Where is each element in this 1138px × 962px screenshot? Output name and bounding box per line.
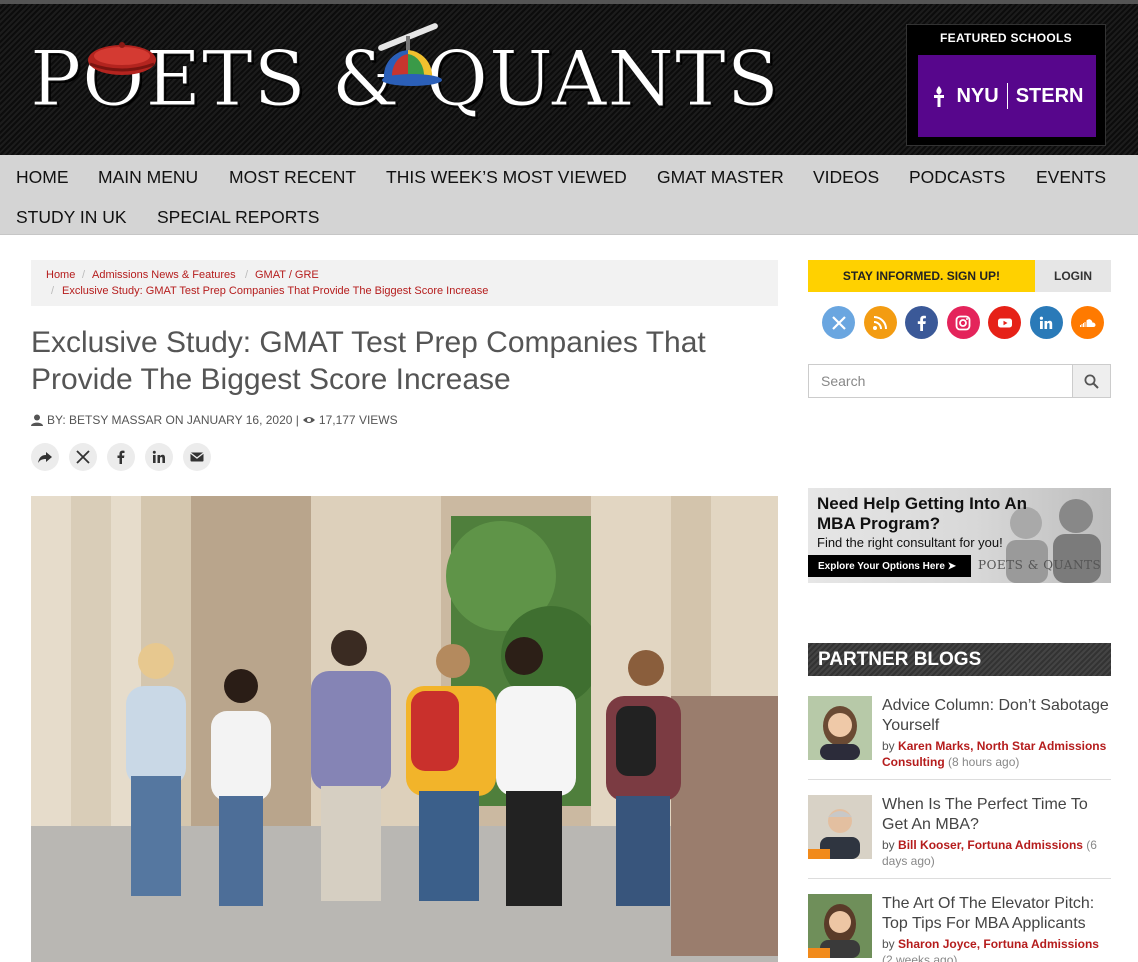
social-rss-button[interactable] [863,306,897,339]
author-avatar[interactable] [808,795,872,859]
nyu-stern-ad[interactable]: NYU STERN [918,55,1096,137]
breadcrumb-separator: / [245,269,249,281]
partner-blog-title[interactable]: When Is The Perfect Time To Get An MBA? [882,795,1111,835]
ad-logo: POETS & QUANTS [978,558,1102,572]
search-box [808,364,1111,398]
author-photo-bill [808,795,872,859]
login-button[interactable]: LOGIN [1035,260,1111,292]
soundcloud-icon [1079,318,1095,327]
search-input[interactable] [809,365,1072,397]
breadcrumb-separator: / [51,285,55,297]
beret-icon [88,42,156,75]
search-button[interactable] [1072,365,1110,397]
article-byline: BY: BETSY MASSAR ON JANUARY 16, 2020 | [47,413,299,427]
nav-most-viewed[interactable]: THIS WEEK’S MOST VIEWED [386,167,627,188]
divider [808,779,1111,780]
featured-schools-title: FEATURED SCHOOLS [940,31,1072,45]
breadcrumb: Home / Admissions News & Features / GMAT… [31,260,778,306]
breadcrumb-separator: / [82,269,86,281]
nyu-label: NYU [956,84,999,107]
email-icon [190,452,204,462]
divider [808,878,1111,879]
author-avatar[interactable] [808,696,872,760]
eye-icon [302,417,315,423]
author-photo-karen [808,696,872,760]
ad-subheadline: Find the right consultant for you! [817,535,1003,550]
partner-blog-item: The Art Of The Elevator Pitch: Top Tips … [808,894,1111,962]
share-icon [38,452,52,463]
partner-blog-author[interactable]: Bill Kooser, Fortuna Admissions [898,838,1083,852]
partner-blog-title[interactable]: The Art Of The Elevator Pitch: Top Tips … [882,894,1111,934]
author-avatar[interactable] [808,894,872,958]
share-buttons [31,443,211,471]
nav-most-recent[interactable]: MOST RECENT [229,167,356,188]
breadcrumb-admissions-news[interactable]: Admissions News & Features [92,269,236,281]
propeller-beanie-icon [378,23,442,86]
partner-blog-item: Advice Column: Don’t Sabotage Yourself b… [808,696,1111,780]
partner-blog-title[interactable]: Advice Column: Don’t Sabotage Yourself [882,696,1111,736]
mba-consultant-ad[interactable]: Need Help Getting Into An MBA Program? F… [808,488,1111,583]
nav-videos[interactable]: VIDEOS [813,167,879,188]
ad-headline: Need Help Getting Into An MBA Program? [817,494,1027,533]
article-meta: BY: BETSY MASSAR ON JANUARY 16, 2020 | 1… [31,413,398,427]
search-icon [1084,374,1099,389]
social-facebook-button[interactable] [905,306,938,339]
by-label: by [882,937,895,951]
share-x-button[interactable] [69,443,97,471]
by-label: by [882,739,895,753]
by-label: by [882,838,895,852]
social-youtube-button[interactable] [988,306,1021,339]
site-header: POETS & QUANTS FEATURED SCHOOLS NYU STER… [0,0,1138,156]
ad-separator [1006,83,1008,109]
partner-blog-time: (8 hours ago) [948,755,1020,769]
social-x-button[interactable] [822,306,855,339]
nyu-torch-icon [934,86,945,107]
nav-study-in-uk[interactable]: STUDY IN UK [16,207,127,228]
article-views: 17,177 VIEWS [318,413,398,427]
instagram-icon [955,315,971,330]
x-icon [831,315,846,330]
share-facebook-button[interactable] [107,443,135,471]
breadcrumb-gmat-gre[interactable]: GMAT / GRE [255,269,319,281]
youtube-icon [997,318,1012,327]
share-email-button[interactable] [183,443,211,471]
breadcrumb-current[interactable]: Exclusive Study: GMAT Test Prep Companie… [62,285,488,297]
share-button[interactable] [31,443,59,471]
featured-schools-box: FEATURED SCHOOLS NYU STERN [906,24,1106,146]
breadcrumb-home[interactable]: Home [46,269,75,281]
nav-special-reports[interactable]: SPECIAL REPORTS [157,207,319,228]
linkedin-icon [1039,316,1053,329]
stern-label: STERN [1015,84,1084,107]
partner-blog-item: When Is The Perfect Time To Get An MBA? … [808,795,1111,879]
partner-blog-byline: by Karen Marks, North Star Admissions Co… [882,738,1111,770]
user-icon [31,414,43,426]
main-nav: HOME MAIN MENU MOST RECENT THIS WEEK’S M… [0,155,1138,235]
partner-blogs-header: PARTNER BLOGS [808,643,1111,676]
social-soundcloud-button[interactable] [1071,306,1104,339]
article-title: Exclusive Study: GMAT Test Prep Companie… [31,326,706,396]
x-icon [76,450,90,464]
social-links [822,306,1104,339]
nav-main-menu[interactable]: MAIN MENU [98,167,198,188]
partner-blog-byline: by Bill Kooser, Fortuna Admissions (6 da… [882,837,1111,869]
partner-blog-time: (2 weeks ago) [882,953,958,962]
stay-informed-signup-button[interactable]: STAY INFORMED. SIGN UP! [808,260,1035,292]
hero-image [31,496,778,962]
students-walking-illustration [31,496,778,962]
nav-gmat-master[interactable]: GMAT MASTER [657,167,784,188]
nav-home[interactable]: HOME [16,167,69,188]
nav-events[interactable]: EVENTS [1036,167,1106,188]
facebook-icon [117,450,125,464]
nav-podcasts[interactable]: PODCASTS [909,167,1005,188]
social-instagram-button[interactable] [946,306,980,339]
social-linkedin-button[interactable] [1029,306,1063,339]
partner-blog-byline: by Sharon Joyce, Fortuna Admissions (2 w… [882,936,1111,962]
ad-cta-button[interactable]: Explore Your Options Here ➤ [808,555,971,577]
share-linkedin-button[interactable] [145,443,173,471]
partner-blog-author[interactable]: Sharon Joyce, Fortuna Admissions [898,937,1099,951]
author-photo-sharon [808,894,872,958]
facebook-icon [917,315,926,331]
linkedin-icon [152,450,165,463]
rss-icon [873,315,887,330]
